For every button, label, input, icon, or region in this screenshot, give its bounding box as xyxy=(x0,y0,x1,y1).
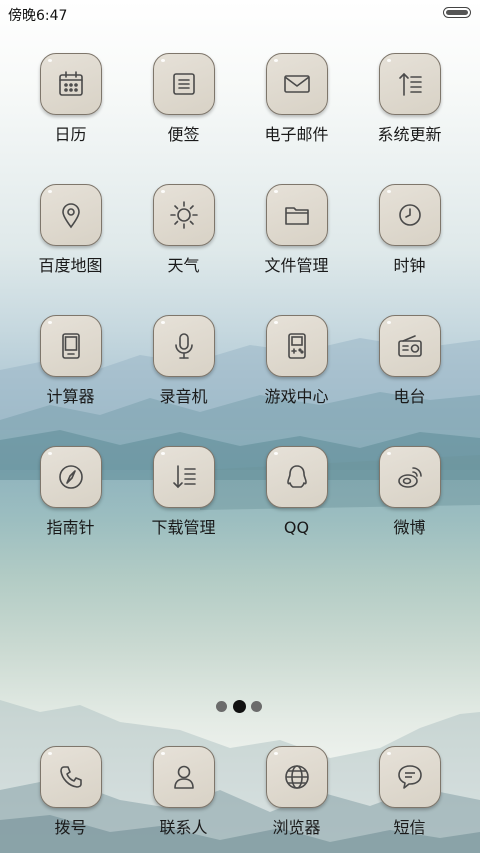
globe-icon xyxy=(265,746,328,808)
phone-icon xyxy=(39,746,102,808)
dock-contacts[interactable]: 联系人 xyxy=(127,746,240,838)
message-icon xyxy=(378,746,441,808)
app-label: 联系人 xyxy=(159,818,208,837)
app-label: 短信 xyxy=(393,818,426,837)
dock-browser[interactable]: 浏览器 xyxy=(240,746,353,838)
dock-messages[interactable]: 短信 xyxy=(353,746,466,838)
dock-phone[interactable]: 拨号 xyxy=(14,746,127,838)
dock: 拨号 联系人 浏览器 短信 xyxy=(0,0,480,853)
contacts-icon xyxy=(152,746,215,808)
app-label: 浏览器 xyxy=(272,818,321,837)
app-label: 拨号 xyxy=(54,818,87,837)
